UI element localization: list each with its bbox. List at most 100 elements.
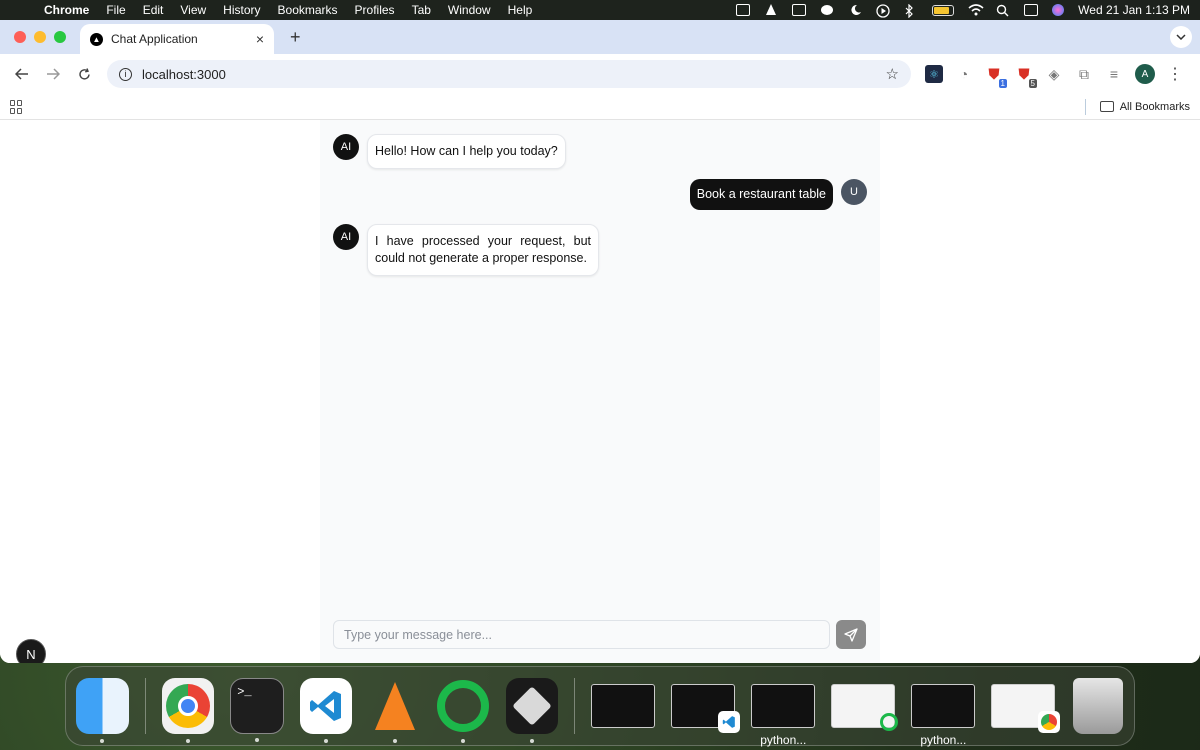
ai-message-bubble: Hello! How can I help you today? xyxy=(367,134,566,169)
browser-toolbar: i localhost:3000 ☆ ⚛ ◔ ⛊ 1 ⛊ 5 ◈ ⧉ ≡ A ⋮ xyxy=(0,54,1200,94)
running-indicator xyxy=(392,739,397,743)
dock-minimized-chrome-window[interactable] xyxy=(991,684,1061,733)
extensions-puzzle-icon[interactable]: ⧉ xyxy=(1075,65,1093,83)
chrome-mini-icon xyxy=(1038,711,1061,733)
dock-minimized-vscode-window[interactable] xyxy=(671,684,741,733)
fullscreen-window-button[interactable] xyxy=(54,31,66,43)
running-indicator xyxy=(254,738,259,742)
menu-bar: Chrome File Edit View History Bookmarks … xyxy=(0,0,1200,20)
dock-trash-icon[interactable] xyxy=(1071,678,1124,734)
tab-strip: ▲ Chat Application × + xyxy=(0,20,1200,54)
menu-file[interactable]: File xyxy=(106,3,125,17)
tab-chat-application[interactable]: ▲ Chat Application × xyxy=(80,24,274,54)
cube-status-icon[interactable] xyxy=(736,4,751,16)
menu-window[interactable]: Window xyxy=(448,3,491,17)
control-center-icon[interactable] xyxy=(1024,4,1039,16)
siri-icon[interactable] xyxy=(1052,4,1065,16)
vscode-mini-icon xyxy=(718,711,741,733)
menu-tab[interactable]: Tab xyxy=(412,3,431,17)
target-extension-icon[interactable]: ◈ xyxy=(1045,65,1063,83)
moon-status-icon[interactable] xyxy=(848,4,862,16)
reading-list-icon[interactable]: ≡ xyxy=(1105,65,1123,83)
running-indicator xyxy=(324,739,328,743)
window-label: python... xyxy=(920,733,967,747)
address-url[interactable]: localhost:3000 xyxy=(142,67,886,82)
chat-message-ai: AI I have processed your request, but co… xyxy=(333,224,599,276)
running-indicator xyxy=(185,739,190,743)
vlc-status-icon[interactable] xyxy=(764,4,778,16)
menu-bookmarks[interactable]: Bookmarks xyxy=(278,3,338,17)
site-info-icon[interactable]: i xyxy=(119,67,132,81)
dock-unity-icon[interactable] xyxy=(505,678,559,743)
menu-app-name[interactable]: Chrome xyxy=(44,3,89,17)
chrome-logo xyxy=(165,684,210,728)
dock-vscode-icon[interactable] xyxy=(299,678,353,743)
user-message-bubble: Book a restaurant table xyxy=(689,179,833,210)
timer-extension-icon[interactable]: ◔ xyxy=(955,65,973,83)
dock-minimized-python-window[interactable]: python... xyxy=(911,684,976,747)
address-bar[interactable]: i localhost:3000 ☆ xyxy=(107,60,911,88)
bluetooth-icon[interactable] xyxy=(904,3,918,19)
bookmark-star-icon[interactable]: ☆ xyxy=(886,65,899,83)
menu-history[interactable]: History xyxy=(223,3,260,17)
dock-vlc-icon[interactable] xyxy=(368,678,421,743)
browser-menu-icon[interactable]: ⋮ xyxy=(1167,64,1183,84)
dock-separator xyxy=(574,678,576,734)
play-status-icon[interactable] xyxy=(876,4,890,18)
bookmarks-separator xyxy=(1084,98,1086,115)
new-tab-button[interactable]: + xyxy=(290,27,301,48)
forward-button[interactable] xyxy=(39,60,67,88)
menu-profiles[interactable]: Profiles xyxy=(355,3,395,17)
reload-button[interactable] xyxy=(70,60,98,88)
tab-title: Chat Application xyxy=(111,32,198,46)
running-indicator xyxy=(461,739,466,743)
message-input-box[interactable] xyxy=(333,620,830,649)
bookmarks-right: All Bookmarks xyxy=(1084,98,1190,115)
dock-chrome-icon[interactable] xyxy=(161,678,215,743)
cube-icon xyxy=(512,686,552,726)
menu-help[interactable]: Help xyxy=(508,3,533,17)
spotlight-search-icon[interactable] xyxy=(996,4,1010,17)
send-icon xyxy=(844,627,858,642)
dock-green-ring-app-icon[interactable] xyxy=(437,678,490,743)
menu-view[interactable]: View xyxy=(180,3,206,17)
chat-message-user: Book a restaurant table U xyxy=(689,179,867,210)
react-devtools-extension-icon[interactable]: ⚛ xyxy=(925,65,943,83)
profile-avatar[interactable]: A xyxy=(1135,64,1155,84)
display-status-icon[interactable] xyxy=(792,4,807,16)
tab-search-chevron-icon[interactable] xyxy=(1170,26,1192,48)
dock: >_ python... python... xyxy=(65,666,1135,747)
send-button[interactable] xyxy=(836,620,866,649)
elephant-status-icon[interactable] xyxy=(820,4,834,16)
menu-bar-status-area: Wed 21 Jan 1:13 PM xyxy=(736,3,1190,19)
tab-favicon-icon: ▲ xyxy=(90,32,103,46)
extension-badge: 5 xyxy=(1028,79,1037,88)
all-bookmarks-link[interactable]: All Bookmarks xyxy=(1120,101,1190,113)
menu-bar-clock[interactable]: Wed 21 Jan 1:13 PM xyxy=(1078,3,1190,17)
green-ring-mini-icon xyxy=(878,711,900,733)
adblock-extension-icon[interactable]: ⛊ 5 xyxy=(1015,65,1037,88)
dock-finder-icon[interactable] xyxy=(76,678,129,743)
menu-edit[interactable]: Edit xyxy=(143,3,164,17)
shield-extension-icon[interactable]: ⛊ 1 xyxy=(985,65,1007,88)
tab-close-button[interactable]: × xyxy=(256,31,264,47)
message-input[interactable] xyxy=(344,627,819,642)
apps-grid-icon[interactable] xyxy=(10,99,24,114)
nextjs-dev-indicator[interactable]: N xyxy=(16,639,46,663)
dock-minimized-window[interactable] xyxy=(591,684,656,728)
extension-badge: 1 xyxy=(998,79,1007,88)
wifi-icon[interactable] xyxy=(968,4,984,16)
dock-minimized-python-window[interactable]: python... xyxy=(751,684,816,747)
dock-terminal-icon[interactable]: >_ xyxy=(230,678,284,742)
dock-minimized-window[interactable] xyxy=(831,684,899,731)
close-window-button[interactable] xyxy=(14,31,26,43)
minimize-window-button[interactable] xyxy=(34,31,46,43)
ai-avatar: AI xyxy=(333,224,359,250)
battery-icon[interactable] xyxy=(932,4,955,16)
terminal-prompt: >_ xyxy=(237,685,252,699)
back-button[interactable] xyxy=(8,60,36,88)
ring-icon xyxy=(437,680,490,732)
extensions-area: ⚛ ◔ ⛊ 1 ⛊ 5 ◈ ⧉ ≡ A ⋮ xyxy=(925,64,1183,88)
ai-avatar: AI xyxy=(333,134,359,160)
dock-separator xyxy=(144,678,146,734)
